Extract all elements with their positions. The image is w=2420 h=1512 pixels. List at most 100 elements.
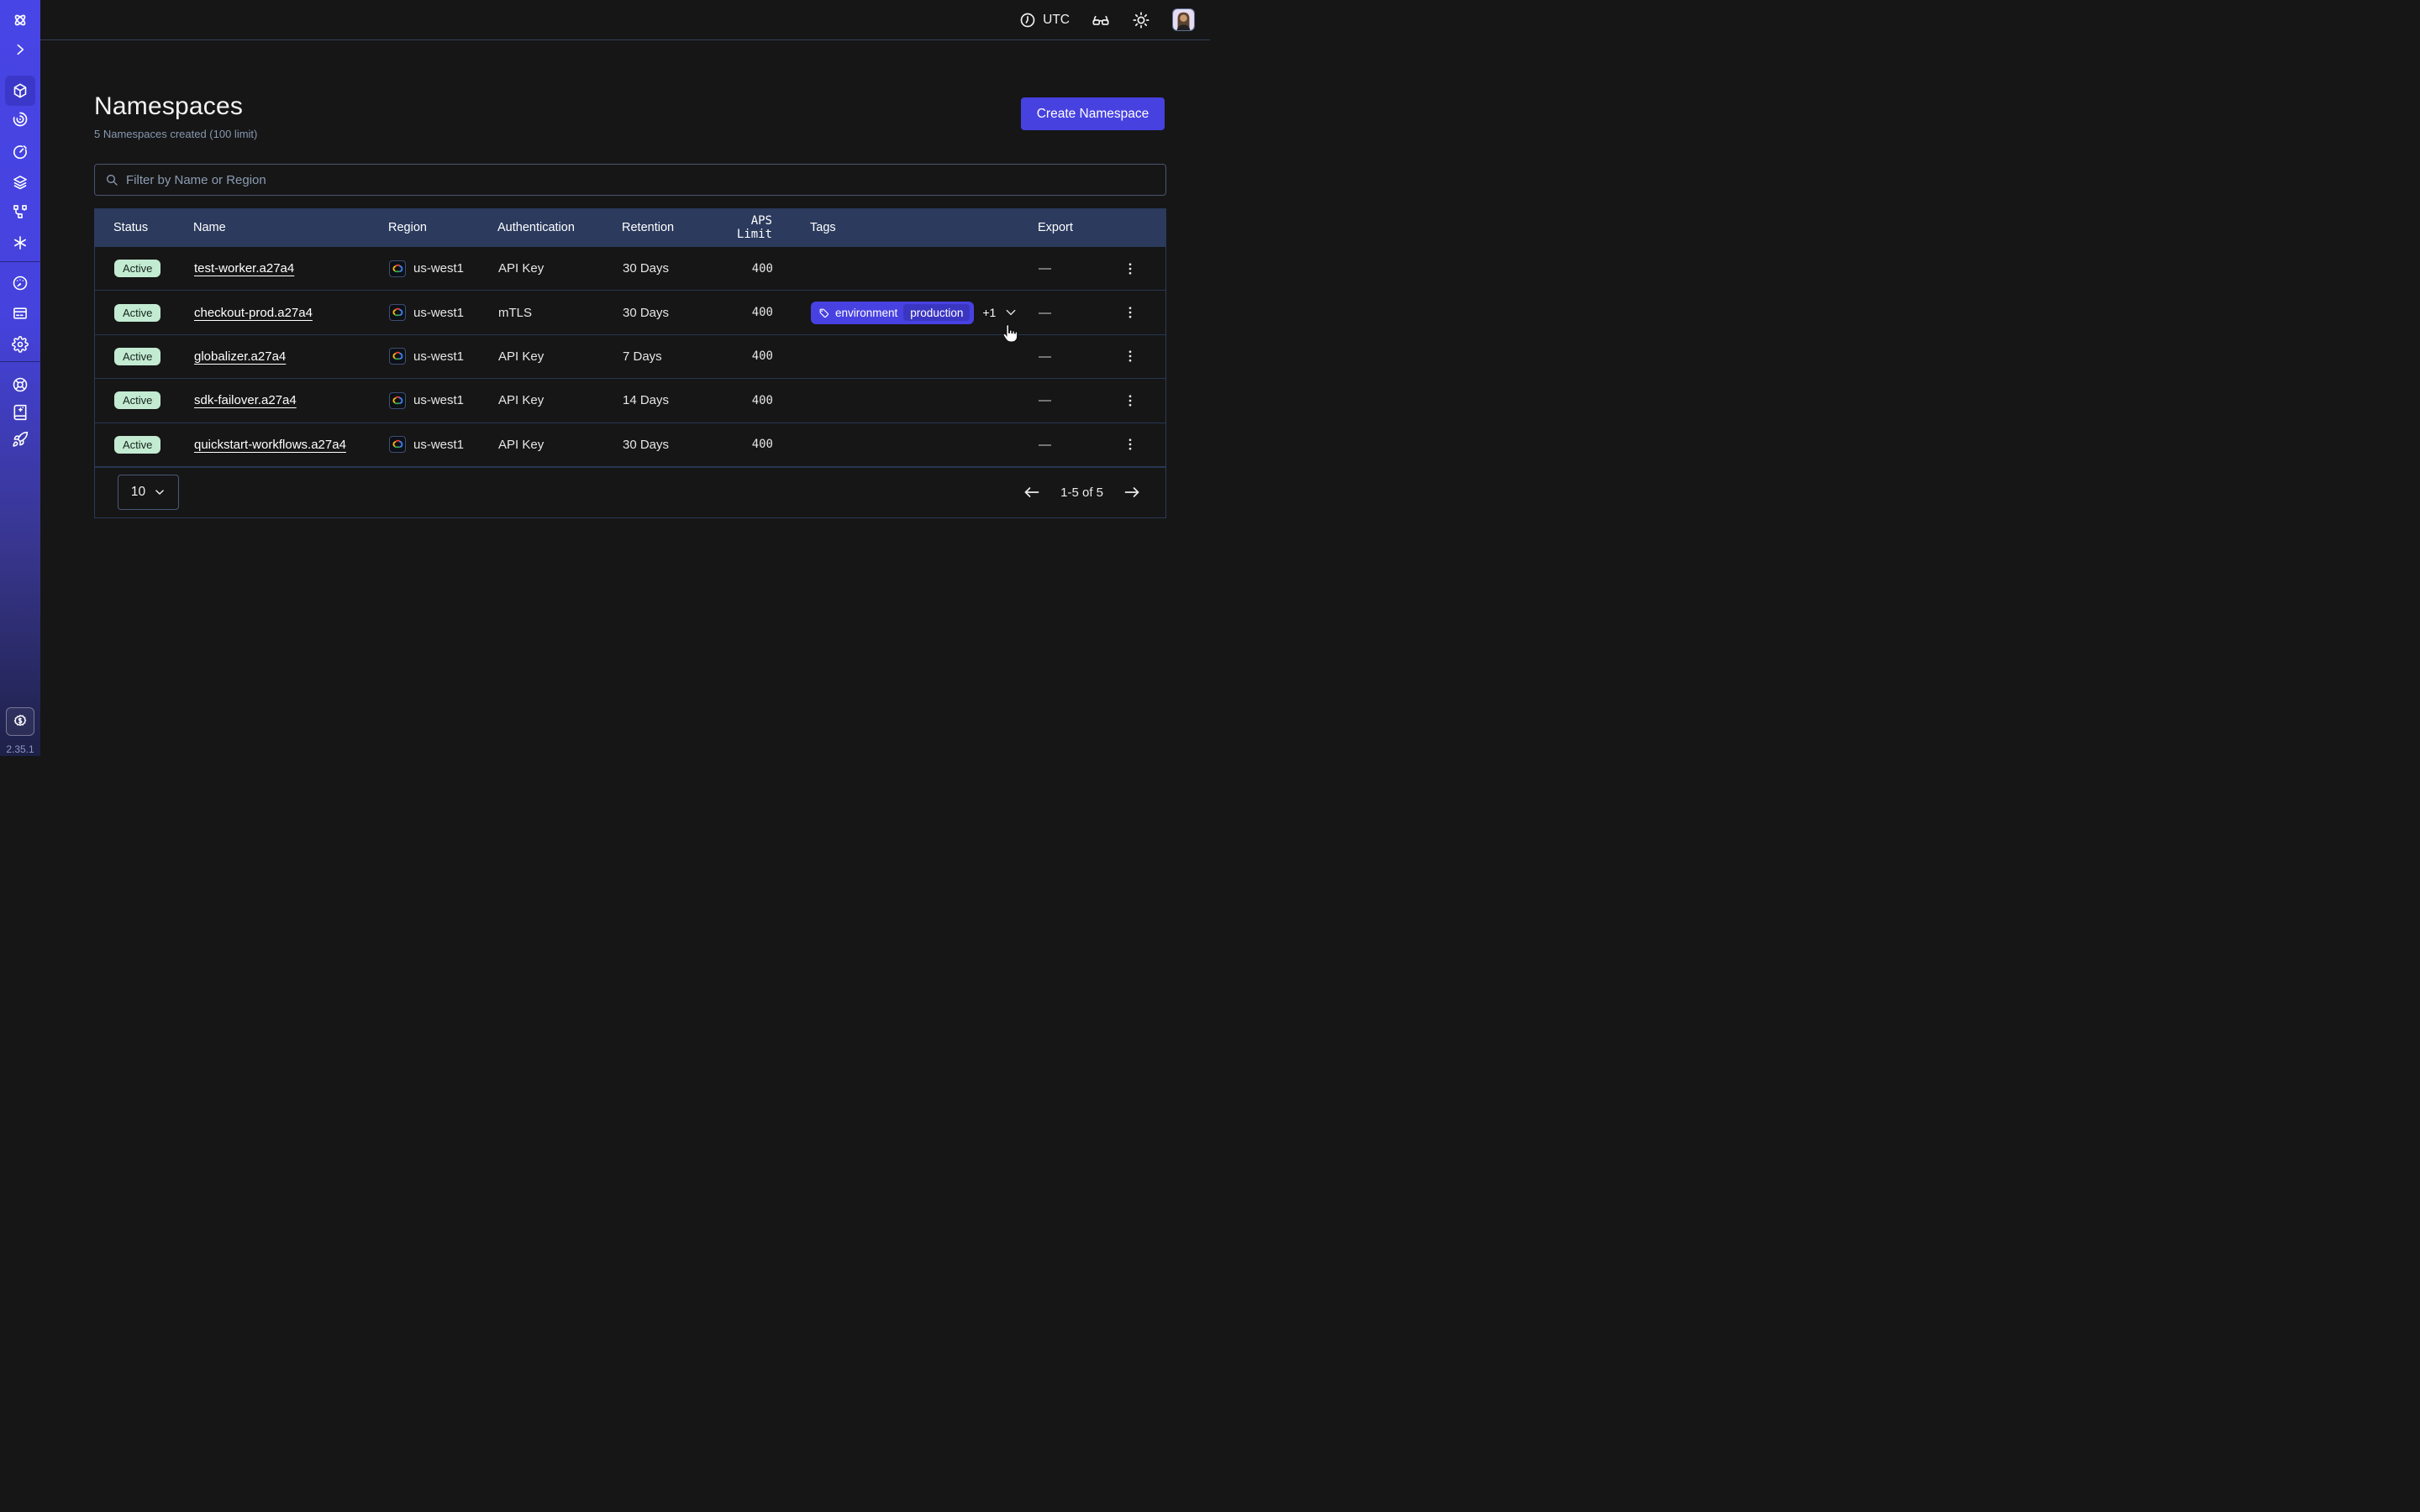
namespace-link[interactable]: test-worker.a27a4 (194, 261, 294, 276)
kebab-menu-icon (1123, 393, 1138, 408)
row-menu-button[interactable] (1123, 349, 1138, 364)
export-value: — (1039, 393, 1106, 407)
sidebar-item-support[interactable] (12, 376, 29, 393)
timer-icon (12, 144, 29, 160)
topbar: UTC (40, 0, 1210, 40)
retention-label: 30 Days (623, 306, 720, 320)
rocket-icon (12, 431, 29, 448)
region-label: us-west1 (413, 438, 464, 452)
row-menu-button[interactable] (1123, 437, 1138, 452)
timezone-selector[interactable]: UTC (1019, 12, 1070, 29)
sidebar-item-schedules[interactable] (12, 144, 29, 160)
retention-label: 7 Days (623, 349, 720, 364)
aps-limit-value: 400 (720, 438, 773, 451)
table-row[interactable]: Active sdk-failover.a27a4 us-west1 API K… (95, 379, 1165, 423)
filter-input[interactable] (126, 173, 1155, 187)
region-label: us-west1 (413, 306, 464, 320)
expand-sidebar-button[interactable] (13, 43, 27, 56)
auth-label: API Key (498, 393, 623, 407)
namespace-count-subtitle: 5 Namespaces created (100 limit) (94, 128, 257, 140)
tags-expand-button[interactable] (1004, 306, 1018, 319)
namespace-link[interactable]: checkout-prod.a27a4 (194, 306, 313, 320)
status-badge: Active (114, 260, 160, 277)
sun-icon (1132, 11, 1150, 29)
temporal-logo[interactable] (12, 12, 29, 29)
sidebar-item-deployments[interactable] (12, 174, 29, 191)
kebab-menu-icon (1123, 305, 1138, 320)
row-menu-button[interactable] (1123, 393, 1138, 408)
tag-value: production (903, 304, 970, 321)
cube-icon (12, 82, 29, 99)
gcp-cloud-icon (389, 304, 406, 321)
branch-icon (12, 203, 29, 220)
dollar-seal-icon (12, 713, 29, 730)
status-badge: Active (114, 436, 160, 454)
create-namespace-button[interactable]: Create Namespace (1021, 97, 1165, 130)
user-avatar[interactable] (1172, 8, 1195, 31)
sidebar-item-workflows[interactable] (12, 111, 29, 128)
gcp-cloud-icon (389, 260, 406, 277)
page-range-label: 1-5 of 5 (1060, 486, 1103, 500)
auth-label: API Key (498, 261, 623, 276)
page-size-value: 10 (131, 485, 145, 500)
lifebuoy-icon (12, 376, 29, 393)
sidebar-item-namespaces[interactable] (12, 82, 29, 99)
sidebar-item-docs[interactable] (12, 404, 29, 421)
export-value: — (1039, 349, 1106, 364)
row-menu-button[interactable] (1123, 261, 1138, 276)
col-status: Status (113, 221, 193, 234)
namespace-link[interactable]: globalizer.a27a4 (194, 349, 286, 364)
page-title: Namespaces (94, 92, 243, 121)
pricing-button[interactable] (6, 707, 34, 736)
status-badge: Active (114, 348, 160, 365)
tag-key: environment (835, 307, 897, 319)
namespace-link[interactable]: quickstart-workflows.a27a4 (194, 438, 346, 452)
timezone-label: UTC (1043, 13, 1070, 28)
glasses-icon (1092, 11, 1110, 29)
next-page-button[interactable] (1123, 484, 1140, 501)
export-value: — (1039, 438, 1106, 452)
aps-limit-value: 400 (720, 349, 773, 363)
auth-label: mTLS (498, 306, 623, 320)
aps-limit-value: 400 (720, 262, 773, 276)
tag-icon (818, 307, 829, 318)
page-size-select[interactable]: 10 (118, 475, 179, 510)
pagination-bar: 10 1-5 of 5 (95, 467, 1165, 517)
arrow-right-icon (1123, 484, 1140, 501)
chevron-down-icon (154, 486, 166, 498)
namespace-link[interactable]: sdk-failover.a27a4 (194, 393, 297, 407)
avatar-image (1173, 9, 1194, 30)
region-label: us-west1 (413, 261, 464, 276)
clock-icon (1019, 12, 1036, 29)
previous-page-button[interactable] (1023, 484, 1040, 501)
billing-card-icon (12, 305, 29, 322)
table-row[interactable]: Active test-worker.a27a4 us-west1 API Ke… (95, 247, 1165, 291)
table-row[interactable]: Active checkout-prod.a27a4 us-west1 mTLS… (95, 291, 1165, 334)
theme-toggle[interactable] (1132, 11, 1150, 29)
pagination-nav: 1-5 of 5 (1023, 484, 1140, 501)
col-region: Region (388, 221, 497, 234)
labs-toggle[interactable] (1092, 11, 1110, 29)
sidebar-item-settings[interactable] (12, 336, 29, 353)
table-row[interactable]: Active globalizer.a27a4 us-west1 API Key… (95, 335, 1165, 379)
chevron-down-icon (1004, 306, 1018, 319)
row-menu-button[interactable] (1123, 305, 1138, 320)
sidebar-item-getting-started[interactable] (12, 431, 29, 448)
gauge-icon (12, 275, 29, 291)
kebab-menu-icon (1123, 349, 1138, 364)
sidebar-item-batch-operations[interactable] (12, 234, 29, 251)
col-name: Name (193, 221, 388, 234)
status-badge: Active (114, 304, 160, 322)
gcp-cloud-icon (389, 392, 406, 409)
filter-bar[interactable] (94, 164, 1166, 196)
sidebar-item-billing[interactable] (12, 305, 29, 322)
sidebar-item-nexus[interactable] (12, 203, 29, 220)
table-row[interactable]: Active quickstart-workflows.a27a4 us-wes… (95, 423, 1165, 467)
gcp-cloud-icon (389, 348, 406, 365)
export-value: — (1039, 306, 1106, 320)
col-retention: Retention (622, 221, 719, 234)
sidebar-item-usage[interactable] (12, 275, 29, 291)
sidebar: 2.35.1 (0, 0, 40, 756)
auth-label: API Key (498, 438, 623, 452)
tag-chip[interactable]: environment production (811, 302, 974, 324)
